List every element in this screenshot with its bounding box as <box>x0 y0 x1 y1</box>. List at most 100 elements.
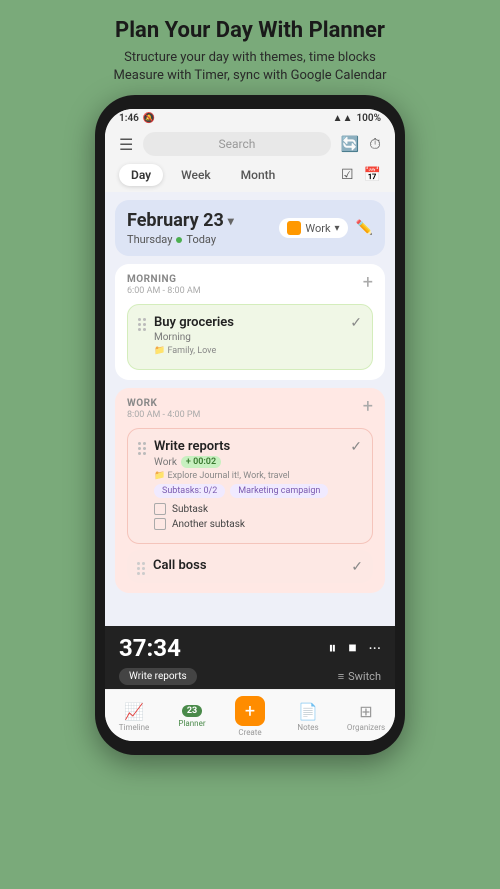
create-button[interactable]: + <box>235 696 265 726</box>
timeline-label: Timeline <box>119 723 150 732</box>
subtask-item-1: Subtask <box>154 503 342 515</box>
work-dropdown-icon[interactable]: ▾ <box>335 223 340 234</box>
status-right: ▲▲ 100% <box>333 113 381 124</box>
tab-week[interactable]: Week <box>169 164 223 186</box>
tab-month[interactable]: Month <box>229 164 288 186</box>
bottom-nav: 📈 Timeline 23 Planner + Create 📄 Notes ⊞… <box>105 689 395 741</box>
stop-button[interactable]: ⏹ <box>348 638 356 658</box>
subtask-checkbox-1[interactable] <box>154 503 166 515</box>
nav-timeline[interactable]: 📈 Timeline <box>105 702 163 732</box>
morning-add-button[interactable]: + <box>363 274 373 292</box>
notes-label: Notes <box>297 723 318 732</box>
planner-label: Planner <box>178 719 205 728</box>
notes-icon: 📄 <box>298 702 318 721</box>
phone-screen: 1:46 🔕 ▲▲ 100% ☰ Search 🔄 ⏱ Day Wee <box>105 109 395 741</box>
app-title: Plan Your Day With Planner <box>114 18 387 43</box>
status-icons: 🔕 <box>143 113 155 124</box>
nav-organizers[interactable]: ⊞ Organizers <box>337 702 395 732</box>
organizers-label: Organizers <box>347 723 385 732</box>
more-button[interactable]: ··· <box>368 639 381 658</box>
top-action-icons: 🔄 ⏱ <box>341 135 381 153</box>
call-boss-title: Call boss <box>153 558 207 573</box>
groceries-task-label: Morning <box>154 332 342 343</box>
timeline-icon: 📈 <box>124 702 144 721</box>
hamburger-icon[interactable]: ☰ <box>119 135 133 154</box>
switch-icon: ≡ <box>338 670 344 683</box>
timer-row: 37:34 ⏸ ⏹ ··· <box>119 634 381 662</box>
nav-create[interactable]: + Create <box>221 696 279 737</box>
drag-handle-3[interactable] <box>137 559 145 575</box>
morning-time: 6:00 AM - 8:00 AM <box>127 286 201 296</box>
work-section: WORK 8:00 AM - 4:00 PM + Write reports <box>115 388 385 593</box>
tab-day[interactable]: Day <box>119 164 163 186</box>
phone-frame: 1:46 🔕 ▲▲ 100% ☰ Search 🔄 ⏱ Day Wee <box>95 95 405 755</box>
date-title: February 23 ▾ <box>127 210 234 231</box>
drag-handle-2[interactable] <box>138 439 146 455</box>
date-sub: Thursday Today <box>127 233 234 246</box>
drag-handle[interactable] <box>138 315 146 331</box>
timer-task-label: Write reports <box>119 668 197 685</box>
work-time: 8:00 AM - 4:00 PM <box>127 410 200 420</box>
today-dot <box>176 237 182 243</box>
call-boss-card[interactable]: Call boss ✓ <box>127 550 373 583</box>
status-left: 1:46 🔕 <box>119 113 155 124</box>
menu-icon-wrap[interactable]: ☰ <box>119 135 133 154</box>
battery-label: 100% <box>356 113 381 124</box>
app-header: Plan Your Day With Planner Structure you… <box>94 0 407 95</box>
bottom-timer: 37:34 ⏸ ⏹ ··· Write reports ≡ Switch <box>105 626 395 689</box>
nav-notes[interactable]: 📄 Notes <box>279 702 337 732</box>
content-area: February 23 ▾ Thursday Today Work ▾ <box>105 192 395 626</box>
subtask-chips: Subtasks: 0/2 Marketing campaign <box>154 484 342 498</box>
work-label: Work <box>305 222 330 235</box>
write-reports-check-icon[interactable]: ✓ <box>350 439 362 455</box>
nav-planner[interactable]: 23 Planner <box>163 705 221 728</box>
work-add-button[interactable]: + <box>363 398 373 416</box>
top-bar: ☰ Search 🔄 ⏱ <box>105 128 395 164</box>
search-box[interactable]: Search <box>143 132 330 156</box>
groceries-task-title: Buy groceries <box>154 315 342 330</box>
timer-icon[interactable]: ⏱ <box>369 135 381 153</box>
groceries-task-content: Buy groceries Morning 📁 Family, Love <box>154 315 342 359</box>
timer-controls: ⏸ ⏹ ··· <box>328 638 381 658</box>
tab-right-icons: ☑ 📅 <box>341 167 381 183</box>
status-time: 1:46 <box>119 113 139 124</box>
wifi-icon: ▲▲ <box>333 113 353 124</box>
planner-badge: 23 <box>182 705 202 717</box>
call-boss-check-icon[interactable]: ✓ <box>351 559 363 575</box>
work-section-header: WORK 8:00 AM - 4:00 PM + <box>127 398 373 420</box>
subtask-count-chip: Subtasks: 0/2 <box>154 484 225 498</box>
marketing-chip: Marketing campaign <box>230 484 328 498</box>
morning-section-header: MORNING 6:00 AM - 8:00 AM + <box>127 274 373 296</box>
date-dropdown-icon[interactable]: ▾ <box>228 214 234 228</box>
pause-button[interactable]: ⏸ <box>328 638 336 658</box>
timer-display: 37:34 <box>119 634 181 662</box>
tab-bar: Day Week Month ☑ 📅 <box>105 164 395 192</box>
create-label: Create <box>238 728 261 737</box>
search-placeholder: Search <box>219 137 256 151</box>
organizers-icon: ⊞ <box>359 702 372 721</box>
status-bar: 1:46 🔕 ▲▲ 100% <box>105 109 395 128</box>
morning-section: MORNING 6:00 AM - 8:00 AM + Buy grocerie… <box>115 264 385 380</box>
timer-label-row: Write reports ≡ Switch <box>119 668 381 685</box>
work-badge[interactable]: Work ▾ <box>279 218 347 238</box>
work-icon <box>287 221 301 235</box>
subtask-item-2: Another subtask <box>154 518 342 530</box>
work-label: WORK <box>127 398 200 409</box>
groceries-task-card[interactable]: Buy groceries Morning 📁 Family, Love ✓ <box>127 304 373 370</box>
write-reports-card[interactable]: Write reports Work + 00:02 📁 Explore Jou… <box>127 428 373 544</box>
subtask-list: Subtask Another subtask <box>154 503 342 530</box>
calendar-icon[interactable]: 📅 <box>364 167 381 183</box>
checklist-icon[interactable]: ☑ <box>341 167 354 183</box>
timer-badge: + 00:02 <box>181 456 221 468</box>
subtask-checkbox-2[interactable] <box>154 518 166 530</box>
write-reports-content: Write reports Work + 00:02 📁 Explore Jou… <box>154 439 342 533</box>
edit-icon[interactable]: ✏️ <box>356 220 373 236</box>
refresh-icon[interactable]: 🔄 <box>341 135 360 153</box>
groceries-check-icon[interactable]: ✓ <box>350 315 362 331</box>
write-reports-tags: 📁 Explore Journal it!, Work, travel <box>154 471 342 481</box>
date-left: February 23 ▾ Thursday Today <box>127 210 234 246</box>
write-reports-title: Write reports <box>154 439 342 454</box>
morning-label: MORNING <box>127 274 201 285</box>
app-subtitle: Structure your day with themes, time blo… <box>114 49 387 85</box>
switch-button[interactable]: ≡ Switch <box>338 670 381 683</box>
